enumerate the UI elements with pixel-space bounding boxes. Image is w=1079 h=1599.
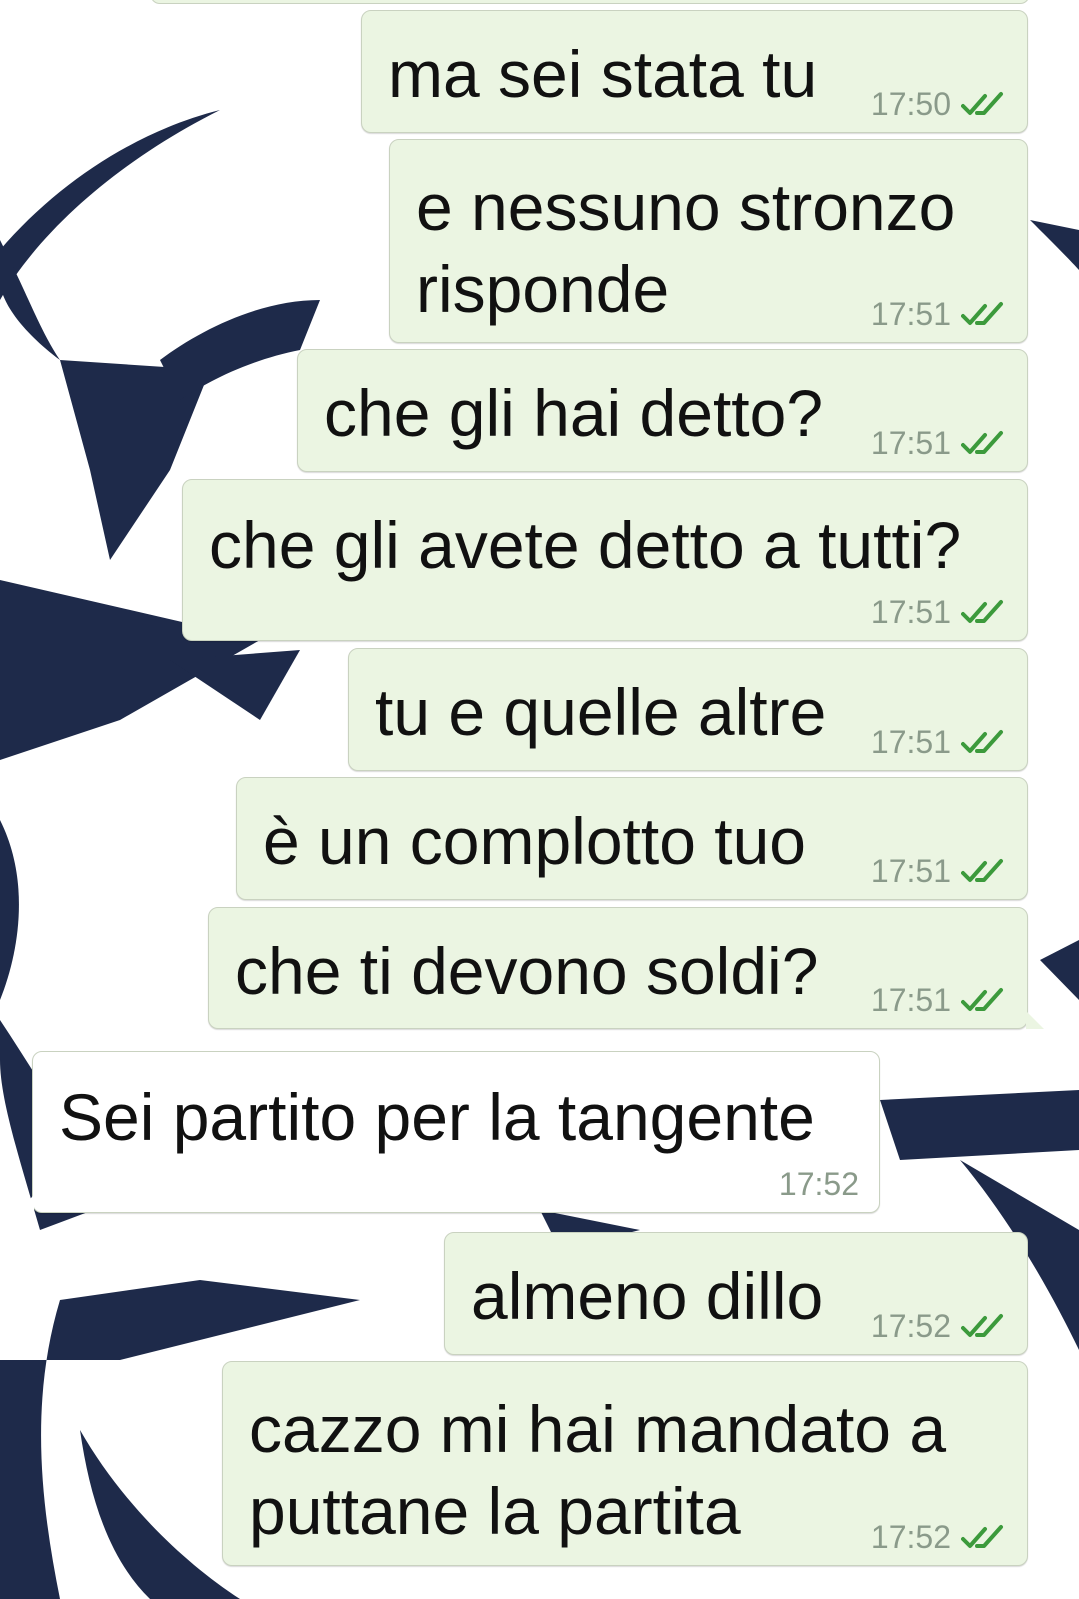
message-meta: 17:51 [871,726,1007,758]
double-check-icon [961,302,1003,325]
message-time: 17:51 [870,853,951,889]
message-text: che gli hai detto? [324,376,824,450]
message-meta: 17:50 [871,88,1007,120]
double-check-icon [961,730,1003,753]
message-meta: 17:51 [871,596,1007,628]
message-bubble-outgoing[interactable]: che ti devono soldi? 17:51 [208,907,1044,1029]
message-bubble-outgoing[interactable]: cazzo mi hai mandato a puttane la partit… [222,1361,1028,1566]
message-meta: 17:52 [871,1521,1007,1553]
message-bubble-incoming[interactable]: Sei partito per la tangente 17:52 [16,1051,880,1213]
message-bubble-outgoing[interactable]: almeno dillo 17:52 [444,1232,1028,1355]
message-text: almeno dillo [471,1259,824,1333]
message-time: 17:52 [870,1308,951,1344]
message-time: 17:51 [870,296,951,332]
message-meta: 17:51 [871,855,1007,887]
double-check-icon [961,1525,1003,1548]
bubble-tail [1026,1011,1044,1029]
double-check-icon [961,92,1003,115]
message-text: che ti devono soldi? [235,934,819,1008]
message-meta: 17:52 [779,1168,859,1200]
message-bubble-outgoing[interactable]: è un complotto tuo 17:51 [236,777,1028,900]
double-check-icon [961,988,1003,1011]
previous-message-bubble-edge [150,0,1030,4]
message-bubble-outgoing[interactable]: tu e quelle altre 17:51 [348,648,1028,771]
message-bubble-outgoing[interactable]: che gli hai detto? 17:51 [297,349,1028,472]
message-time: 17:52 [870,1519,951,1555]
message-meta: 17:51 [871,427,1007,459]
message-meta: 17:51 [871,984,1007,1016]
message-text: Sei partito per la tangente [59,1080,815,1154]
message-text: è un complotto tuo [263,804,807,878]
message-time: 17:51 [870,594,951,630]
message-time: 17:50 [870,86,951,122]
message-text: che gli avete detto a tutti? [209,508,962,582]
message-text: cazzo mi hai mandato a puttane la partit… [249,1392,947,1548]
bubble-tail [16,1195,34,1213]
message-time: 17:51 [870,724,951,760]
double-check-icon [961,600,1003,623]
message-time: 17:52 [778,1166,859,1202]
message-meta: 17:51 [871,298,1007,330]
double-check-icon [961,1314,1003,1337]
message-meta: 17:52 [871,1310,1007,1342]
double-check-icon [961,431,1003,454]
message-bubble-outgoing[interactable]: ma sei stata tu 17:50 [361,10,1028,133]
message-bubble-outgoing[interactable]: e nessuno stronzo risponde 17:51 [389,139,1028,343]
message-time: 17:51 [870,982,951,1018]
message-bubble-outgoing[interactable]: che gli avete detto a tutti? 17:51 [182,479,1028,641]
message-text: tu e quelle altre [375,675,827,749]
message-text: ma sei stata tu [388,37,818,111]
message-time: 17:51 [870,425,951,461]
double-check-icon [961,859,1003,882]
